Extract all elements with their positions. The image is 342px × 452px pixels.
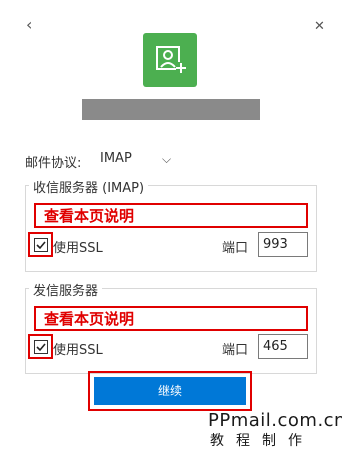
protocol-value: IMAP — [100, 151, 132, 166]
incoming-server-value: 查看本页说明 — [44, 207, 135, 225]
chevron-down-icon: ⌵ — [162, 152, 172, 166]
outgoing-ssl-label: 使用SSL — [53, 343, 103, 358]
checkmark-icon — [36, 343, 46, 352]
outgoing-port-input[interactable]: 465 — [258, 334, 308, 359]
back-icon[interactable]: ‹ — [26, 17, 32, 33]
outgoing-server-value: 查看本页说明 — [44, 310, 135, 328]
watermark-caption: 教程制作 — [210, 433, 314, 449]
redacted-email — [82, 99, 260, 120]
incoming-ssl-checkbox[interactable] — [34, 238, 48, 252]
incoming-port-label: 端口 — [222, 241, 249, 256]
protocol-dropdown[interactable]: IMAP ⌵ — [100, 150, 180, 168]
close-icon[interactable]: ✕ — [314, 19, 325, 35]
checkmark-icon — [36, 241, 46, 250]
incoming-port-input[interactable]: 993 — [258, 232, 308, 257]
outgoing-port-label: 端口 — [222, 343, 249, 358]
incoming-server-group — [25, 185, 317, 272]
add-contact-icon — [156, 46, 186, 73]
outgoing-server-input[interactable]: 查看本页说明 — [34, 306, 308, 331]
outgoing-ssl-checkbox[interactable] — [34, 340, 48, 354]
watermark-site: PPmail.com.cn — [208, 410, 342, 431]
outgoing-server-group — [25, 288, 317, 374]
account-avatar — [143, 33, 197, 87]
incoming-server-input[interactable]: 查看本页说明 — [34, 203, 308, 228]
incoming-group-title: 收信服务器 (IMAP) — [29, 177, 149, 196]
protocol-label: 邮件协议: — [25, 156, 82, 171]
outgoing-group-title: 发信服务器 — [29, 280, 103, 299]
incoming-ssl-label: 使用SSL — [53, 241, 103, 256]
continue-button[interactable]: 继续 — [94, 377, 246, 405]
